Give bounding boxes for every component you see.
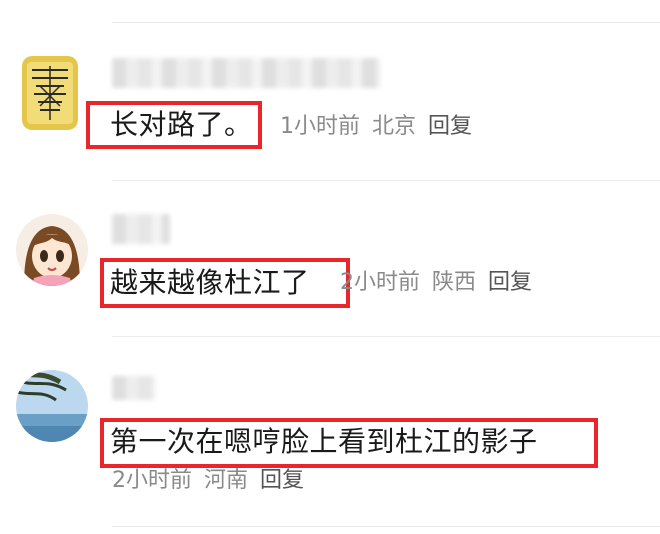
username-blurred[interactable] xyxy=(112,58,380,88)
avatar[interactable] xyxy=(22,56,78,130)
seaside-tree-avatar-icon xyxy=(16,370,88,442)
avatar[interactable] xyxy=(16,370,88,442)
comment-meta: 1小时前 北京 回复 xyxy=(280,112,484,142)
reply-button[interactable]: 回复 xyxy=(260,468,304,493)
comment-text: 第一次在嗯哼脸上看到杜江的影子 xyxy=(110,425,538,458)
comment-text: 长对路了。 xyxy=(110,108,253,141)
username-blurred[interactable] xyxy=(112,214,170,244)
comment-meta: 2小时前 河南 回复 xyxy=(112,466,316,496)
comment-time: 2小时前 xyxy=(112,468,192,493)
comment-location: 陕西 xyxy=(432,270,477,295)
username-blurred[interactable] xyxy=(112,376,156,400)
reply-button[interactable]: 回复 xyxy=(428,114,472,139)
comment-text: 越来越像杜江了 xyxy=(110,266,310,299)
divider xyxy=(112,180,660,181)
talisman-avatar-icon xyxy=(22,56,78,130)
comment-time: 2小时前 xyxy=(340,270,420,295)
comment-meta: 2小时前 陕西 回复 xyxy=(340,268,544,298)
divider xyxy=(112,22,660,23)
comment-time: 1小时前 xyxy=(280,114,360,139)
avatar[interactable] xyxy=(16,214,88,286)
reply-button[interactable]: 回复 xyxy=(488,270,532,295)
comment-location: 北京 xyxy=(372,114,417,139)
comment-location: 河南 xyxy=(204,468,249,493)
divider xyxy=(112,526,660,527)
divider xyxy=(112,336,660,337)
anime-girl-avatar-icon xyxy=(16,214,88,286)
